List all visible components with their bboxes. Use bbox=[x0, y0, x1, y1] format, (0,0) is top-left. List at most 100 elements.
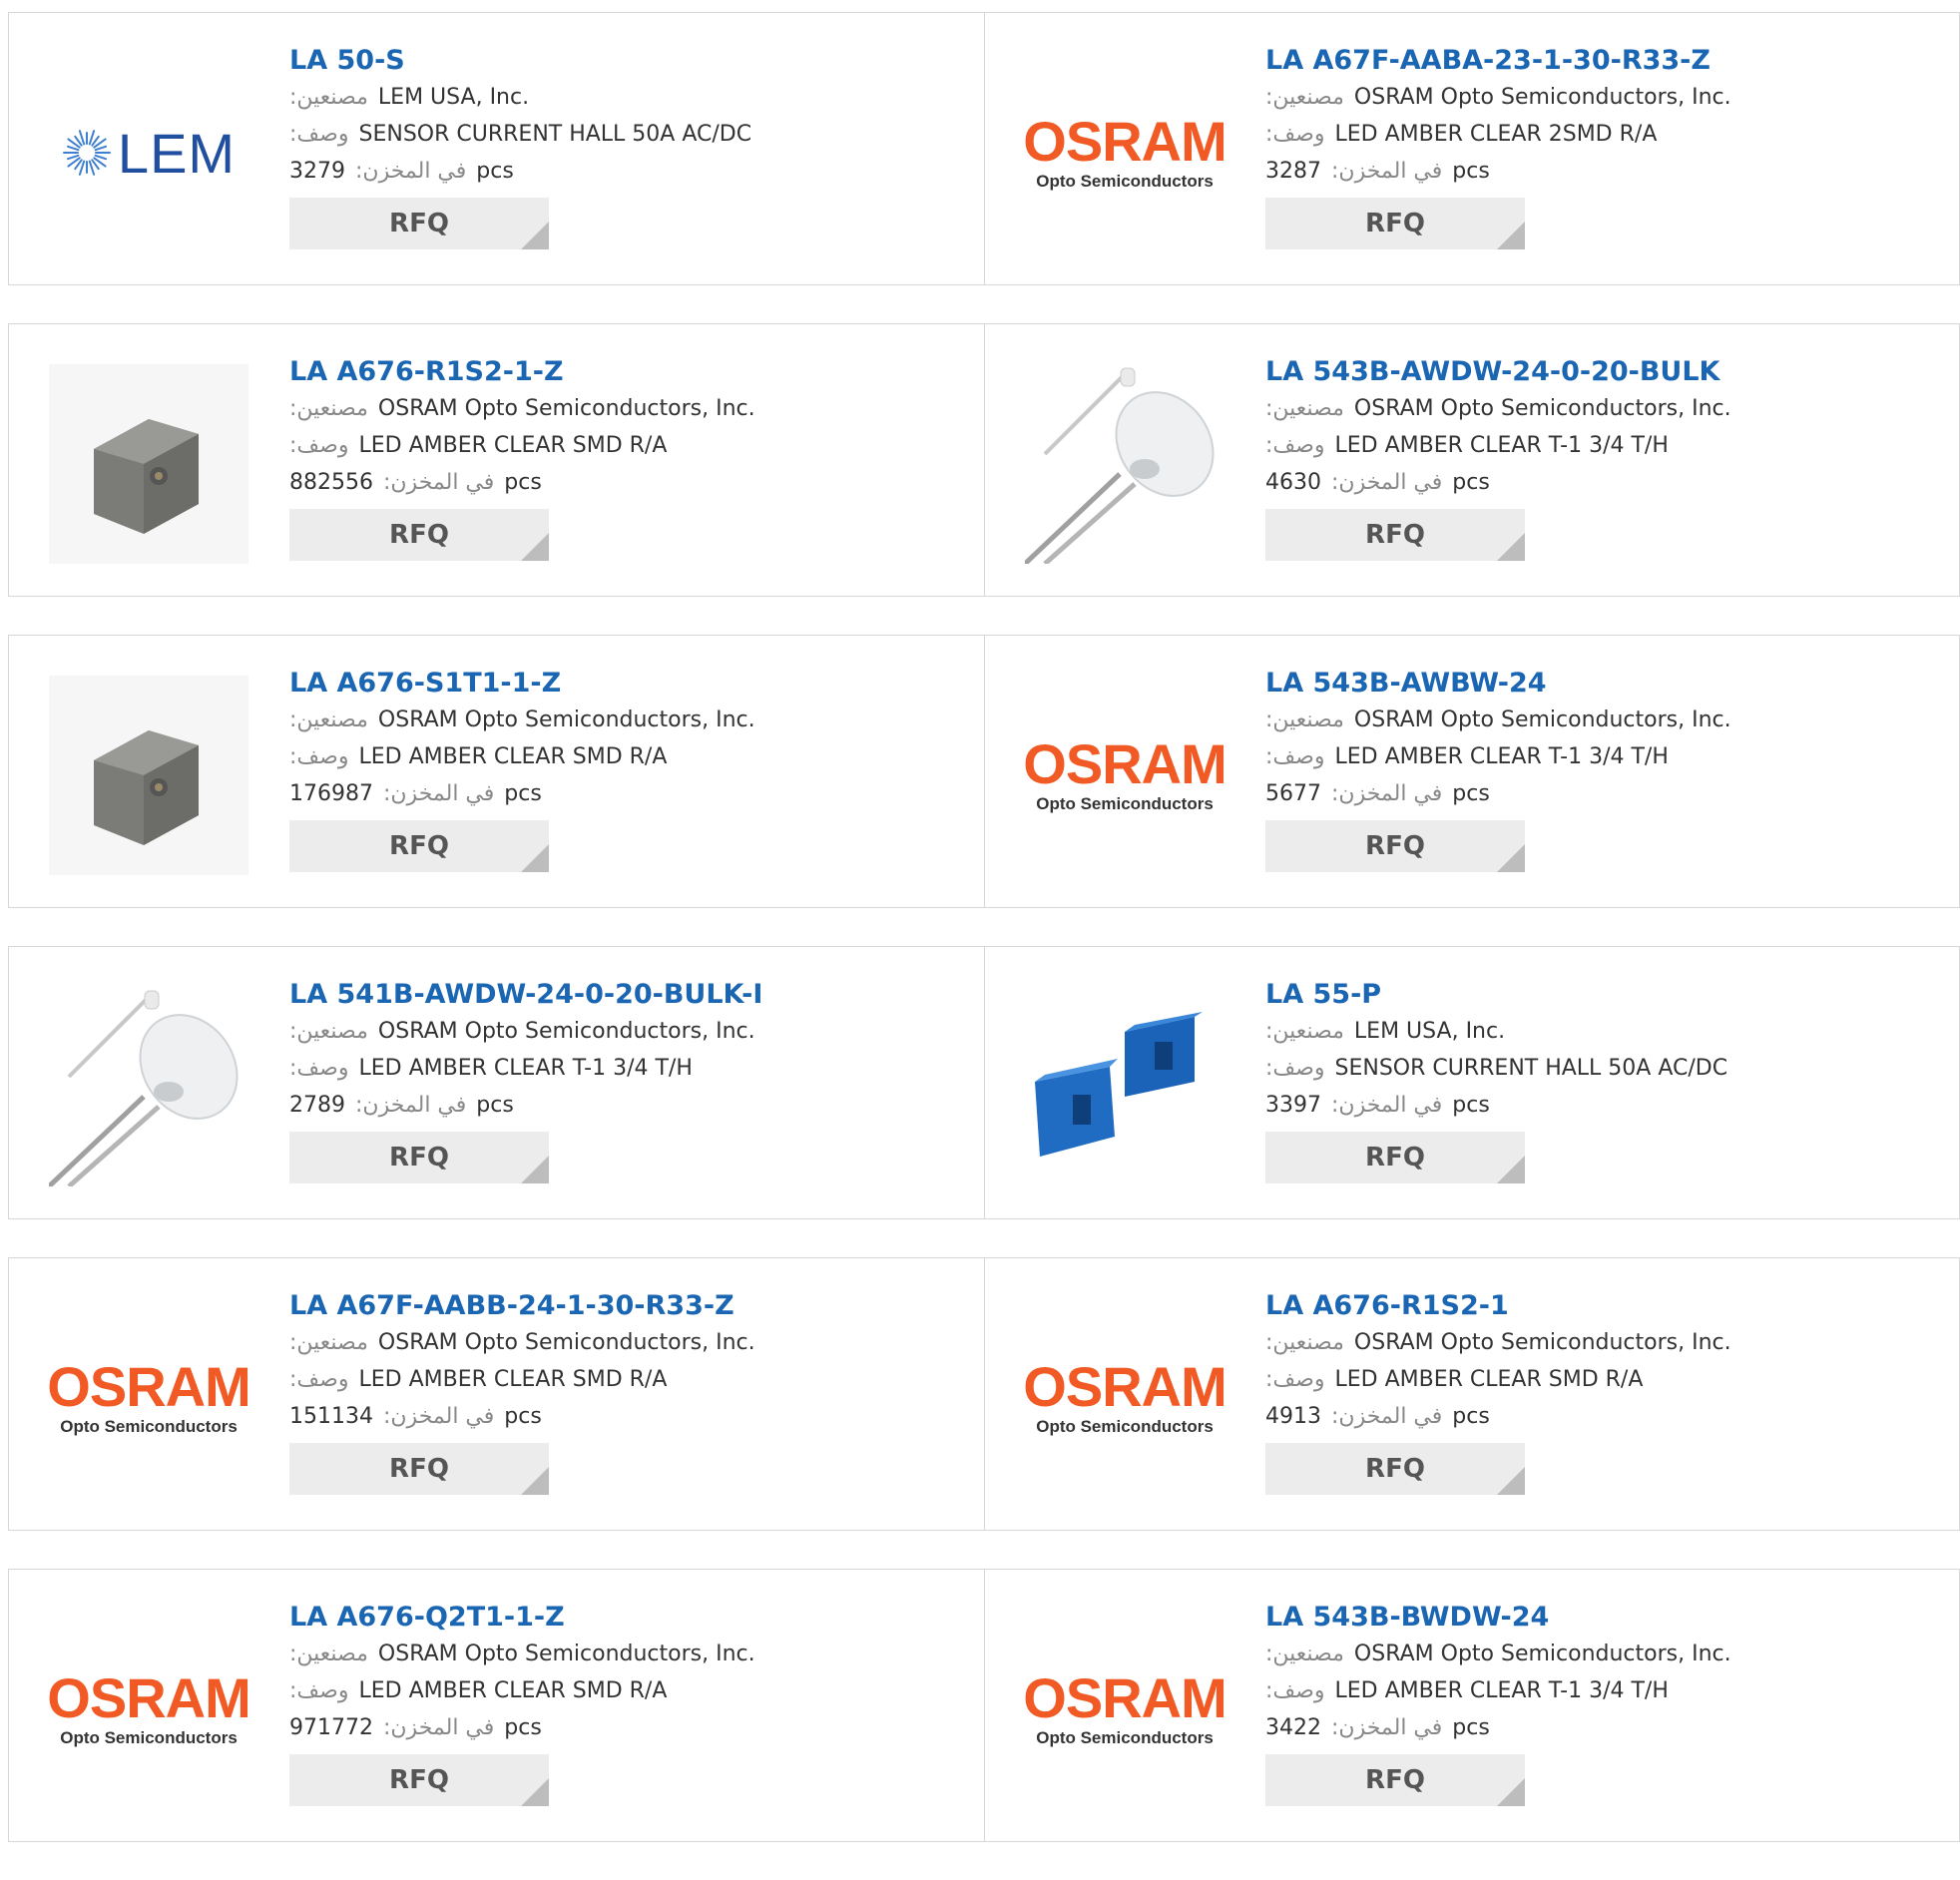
product-info: LA 543B-AWBW-24 مصنعين: OSRAM Opto Semico… bbox=[1265, 666, 1949, 872]
product-image[interactable]: OSRAM Opto Semiconductors bbox=[47, 1298, 250, 1498]
stock-label: في المخزن: bbox=[382, 470, 495, 495]
product-info: LA A676-S1T1-1-Z مصنعين: OSRAM Opto Semic… bbox=[289, 666, 974, 872]
product-title-link[interactable]: LA 543B-AWDW-24-0-20-BULK bbox=[1265, 354, 1949, 390]
product-card: OSRAM Opto Semiconductors LA A676-R1S2-1 … bbox=[984, 1258, 1959, 1530]
stock-line: 4913 في المخزن: pcs bbox=[1265, 1398, 1949, 1435]
product-info: LA A67F-AABB-24-1-30-R33-Z مصنعين: OSRAM … bbox=[289, 1288, 974, 1495]
current-sensor-photo bbox=[1025, 987, 1225, 1186]
product-image[interactable]: OSRAM Opto Semiconductors bbox=[1023, 1298, 1226, 1498]
product-card: OSRAM Opto Semiconductors LA 543B-BWDW-24… bbox=[984, 1570, 1959, 1841]
product-image[interactable] bbox=[49, 676, 248, 875]
product-title-link[interactable]: LA A676-S1T1-1-Z bbox=[289, 666, 974, 702]
rfq-button[interactable]: RFQ bbox=[1265, 1754, 1525, 1806]
manufacturer-line: مصنعين: OSRAM Opto Semiconductors, Inc. bbox=[289, 1013, 974, 1050]
product-image[interactable] bbox=[1025, 364, 1225, 564]
osram-logo-word: OSRAM bbox=[47, 1355, 250, 1418]
description-label: وصف: bbox=[1265, 122, 1325, 147]
description-label: وصف: bbox=[289, 744, 349, 769]
product-card: OSRAM Opto Semiconductors LA A676-Q2T1-1-… bbox=[9, 1570, 984, 1841]
rfq-button[interactable]: RFQ bbox=[289, 509, 549, 561]
stock-unit: pcs bbox=[504, 1404, 542, 1429]
product-title-link[interactable]: LA A67F-AABB-24-1-30-R33-Z bbox=[289, 1288, 974, 1324]
osram-logo-subtitle: Opto Semiconductors bbox=[1036, 794, 1214, 813]
stock-value: 971772 bbox=[289, 1715, 373, 1740]
description-label: وصف: bbox=[289, 433, 349, 458]
rfq-button[interactable]: RFQ bbox=[289, 1443, 549, 1495]
manufacturer-line: مصنعين: OSRAM Opto Semiconductors, Inc. bbox=[289, 390, 974, 427]
product-image[interactable] bbox=[49, 987, 248, 1186]
product-image[interactable]: OSRAM Opto Semiconductors bbox=[47, 1610, 250, 1809]
description-line: وصف: SENSOR CURRENT HALL 50A AC/DC bbox=[289, 116, 974, 153]
stock-label: في المخزن: bbox=[355, 1093, 467, 1118]
product-image[interactable] bbox=[49, 364, 248, 564]
description-label: وصف: bbox=[289, 1678, 349, 1703]
stock-line: 3397 في المخزن: pcs bbox=[1265, 1087, 1949, 1124]
product-title-link[interactable]: LA 543B-BWDW-24 bbox=[1265, 1600, 1949, 1636]
product-card: OSRAM Opto Semiconductors LA A67F-AABB-24… bbox=[9, 1258, 984, 1530]
product-image[interactable]: OSRAM Opto Semiconductors bbox=[1023, 53, 1226, 252]
rfq-button[interactable]: RFQ bbox=[289, 1754, 549, 1806]
rfq-button[interactable]: RFQ bbox=[289, 820, 549, 872]
product-info: LA 543B-BWDW-24 مصنعين: OSRAM Opto Semico… bbox=[1265, 1600, 1949, 1806]
product-title-link[interactable]: LA A676-R1S2-1 bbox=[1265, 1288, 1949, 1324]
manufacturer-line: مصنعين: LEM USA, Inc. bbox=[1265, 1013, 1949, 1050]
manufacturer-line: مصنعين: OSRAM Opto Semiconductors, Inc. bbox=[1265, 1324, 1949, 1361]
rfq-button[interactable]: RFQ bbox=[1265, 1443, 1525, 1495]
product-info: LA 55-P مصنعين: LEM USA, Inc. وصف: SENSOR … bbox=[1265, 977, 1949, 1183]
description-line: وصف: LED AMBER CLEAR T-1 3/4 T/H bbox=[1265, 427, 1949, 464]
product-title-link[interactable]: LA 541B-AWDW-24-0-20-BULK-I bbox=[289, 977, 974, 1013]
product-card: OSRAM Opto Semiconductors LA A67F-AABA-23… bbox=[984, 13, 1959, 284]
osram-logo: OSRAM Opto Semiconductors bbox=[1023, 732, 1226, 814]
stock-label: في المخزن: bbox=[1331, 470, 1443, 495]
lem-logo: LEM bbox=[62, 121, 236, 186]
rfq-button[interactable]: RFQ bbox=[289, 198, 549, 249]
rfq-button[interactable]: RFQ bbox=[1265, 509, 1525, 561]
description-label: وصف: bbox=[1265, 433, 1325, 458]
product-image[interactable]: OSRAM Opto Semiconductors bbox=[1023, 676, 1226, 875]
manufacturer-line: مصنعين: OSRAM Opto Semiconductors, Inc. bbox=[289, 1324, 974, 1361]
osram-logo-word: OSRAM bbox=[1023, 732, 1226, 795]
stock-value: 882556 bbox=[289, 470, 373, 495]
product-row: OSRAM Opto Semiconductors LA A676-Q2T1-1-… bbox=[8, 1569, 1960, 1842]
stock-line: 971772 في المخزن: pcs bbox=[289, 1709, 974, 1746]
manufacturer-label: مصنعين: bbox=[1265, 396, 1344, 421]
description-line: وصف: LED AMBER CLEAR T-1 3/4 T/H bbox=[289, 1050, 974, 1087]
stock-value: 176987 bbox=[289, 781, 373, 806]
stock-line: 151134 في المخزن: pcs bbox=[289, 1398, 974, 1435]
rfq-button[interactable]: RFQ bbox=[1265, 1132, 1525, 1183]
product-image[interactable] bbox=[1025, 987, 1225, 1186]
description-value: LED AMBER CLEAR T-1 3/4 T/H bbox=[1334, 1678, 1669, 1703]
rfq-button[interactable]: RFQ bbox=[1265, 820, 1525, 872]
manufacturer-value: OSRAM Opto Semiconductors, Inc. bbox=[1353, 707, 1731, 732]
rfq-button[interactable]: RFQ bbox=[1265, 198, 1525, 249]
product-image[interactable]: LEM bbox=[49, 53, 248, 252]
manufacturer-line: مصنعين: OSRAM Opto Semiconductors, Inc. bbox=[289, 702, 974, 738]
product-title-link[interactable]: LA A67F-AABA-23-1-30-R33-Z bbox=[1265, 43, 1949, 79]
product-image[interactable]: OSRAM Opto Semiconductors bbox=[1023, 1610, 1226, 1809]
product-title-link[interactable]: LA A676-R1S2-1-Z bbox=[289, 354, 974, 390]
stock-label: في المخزن: bbox=[1331, 1715, 1443, 1740]
description-value: LED AMBER CLEAR SMD R/A bbox=[358, 744, 668, 769]
smd-led-photo bbox=[49, 676, 248, 875]
product-title-link[interactable]: LA 55-P bbox=[1265, 977, 1949, 1013]
description-value: SENSOR CURRENT HALL 50A AC/DC bbox=[1334, 1056, 1728, 1081]
product-info: LA A676-Q2T1-1-Z مصنعين: OSRAM Opto Semic… bbox=[289, 1600, 974, 1806]
stock-unit: pcs bbox=[476, 1093, 514, 1118]
rfq-button[interactable]: RFQ bbox=[289, 1132, 549, 1183]
product-title-link[interactable]: LA A676-Q2T1-1-Z bbox=[289, 1600, 974, 1636]
product-info: LA A676-R1S2-1 مصنعين: OSRAM Opto Semicon… bbox=[1265, 1288, 1949, 1495]
product-card: LA A676-R1S2-1-Z مصنعين: OSRAM Opto Semic… bbox=[9, 324, 984, 596]
osram-logo-word: OSRAM bbox=[47, 1666, 250, 1729]
stock-label: في المخزن: bbox=[1331, 159, 1443, 184]
stock-line: 882556 في المخزن: pcs bbox=[289, 464, 974, 501]
product-title-link[interactable]: LA 543B-AWBW-24 bbox=[1265, 666, 1949, 702]
osram-logo-subtitle: Opto Semiconductors bbox=[60, 1728, 238, 1747]
osram-logo-subtitle: Opto Semiconductors bbox=[1036, 172, 1214, 191]
description-line: وصف: LED AMBER CLEAR SMD R/A bbox=[289, 1361, 974, 1398]
osram-logo: OSRAM Opto Semiconductors bbox=[1023, 1670, 1226, 1748]
manufacturer-value: OSRAM Opto Semiconductors, Inc. bbox=[1353, 85, 1731, 110]
manufacturer-value: OSRAM Opto Semiconductors, Inc. bbox=[377, 396, 755, 421]
stock-value: 3279 bbox=[289, 159, 345, 184]
description-value: LED AMBER CLEAR T-1 3/4 T/H bbox=[1334, 744, 1669, 769]
product-title-link[interactable]: LA 50-S bbox=[289, 43, 974, 79]
